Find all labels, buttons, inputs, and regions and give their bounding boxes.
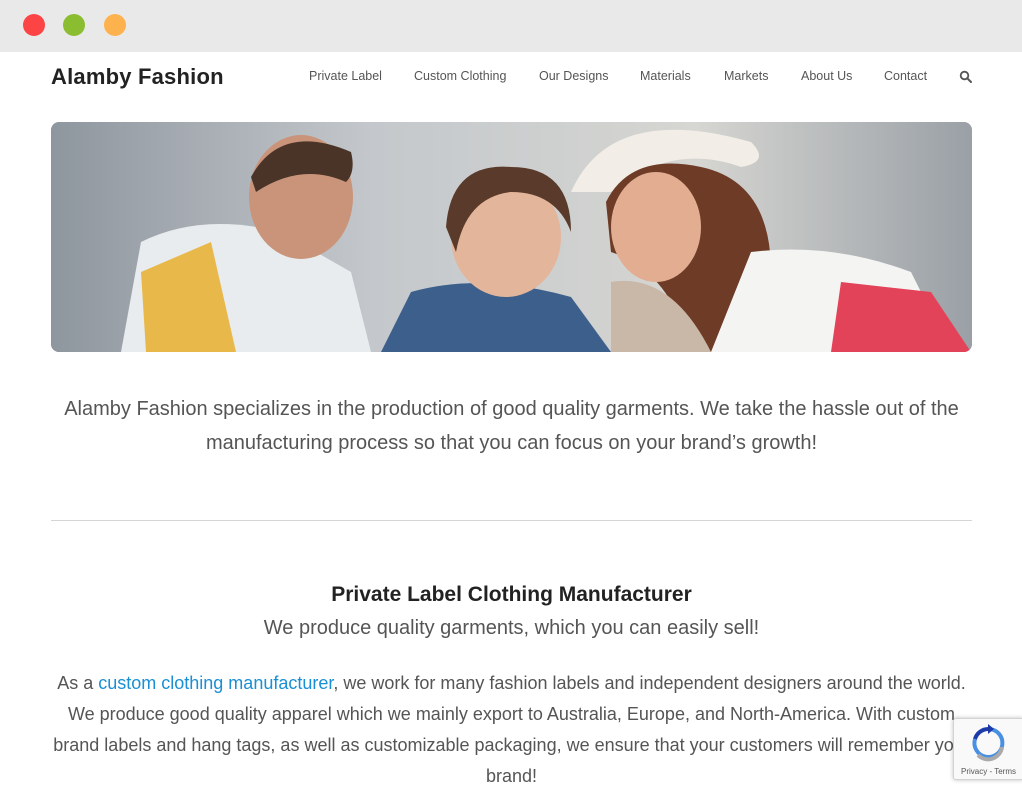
main-nav: Private Label Custom Clothing Our Design… bbox=[0, 69, 1022, 89]
recaptcha-links[interactable]: Privacy - Terms bbox=[954, 767, 1022, 776]
nav-item-our-designs[interactable]: Our Designs bbox=[539, 69, 608, 83]
close-window-button[interactable] bbox=[23, 14, 45, 36]
window-titlebar bbox=[0, 0, 1022, 52]
nav-item-materials[interactable]: Materials bbox=[640, 69, 691, 83]
nav-item-custom-clothing[interactable]: Custom Clothing bbox=[414, 69, 506, 83]
nav-item-contact[interactable]: Contact bbox=[884, 69, 927, 83]
nav-item-private-label[interactable]: Private Label bbox=[309, 69, 382, 83]
search-icon[interactable] bbox=[959, 70, 973, 84]
recaptcha-logo-icon bbox=[972, 724, 1005, 762]
hero-image bbox=[51, 122, 972, 352]
recaptcha-badge[interactable]: Privacy - Terms bbox=[953, 718, 1022, 780]
section-subheading: We produce quality garments, which you c… bbox=[263, 617, 760, 639]
section-body: As a custom clothing manufacturer, we wo… bbox=[51, 668, 972, 792]
minimize-window-button[interactable] bbox=[63, 14, 85, 36]
intro-text: Alamby Fashion specializes in the produc… bbox=[64, 398, 959, 454]
nav-item-markets[interactable]: Markets bbox=[724, 69, 768, 83]
custom-clothing-manufacturer-link[interactable]: custom clothing manufacturer bbox=[98, 673, 333, 693]
section-divider bbox=[51, 520, 972, 521]
body-prefix: As a bbox=[57, 673, 99, 693]
section-heading: Private Label Clothing Manufacturer bbox=[331, 583, 692, 606]
maximize-window-button[interactable] bbox=[104, 14, 126, 36]
nav-item-about-us[interactable]: About Us bbox=[801, 69, 852, 83]
